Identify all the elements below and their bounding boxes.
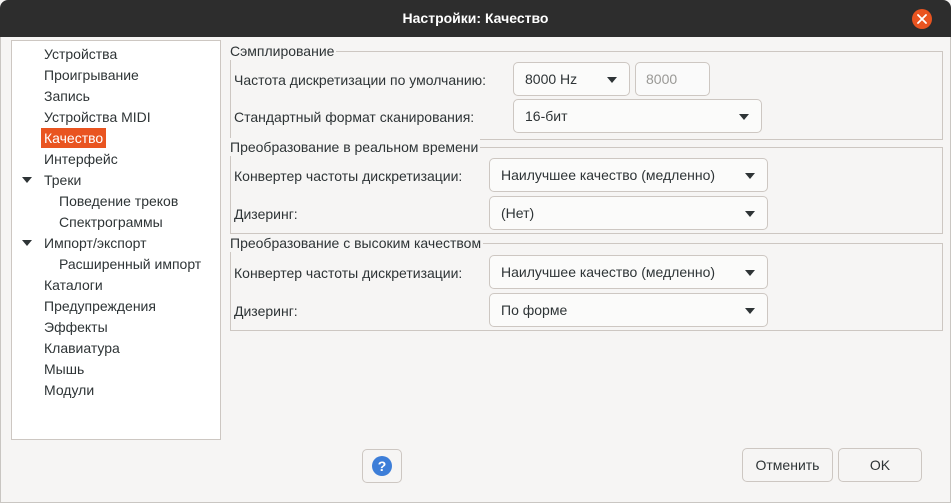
realtime-converter-label: Конвертер частоты дискретизации: bbox=[234, 168, 463, 184]
tree-item-mouse[interactable]: Мышь bbox=[44, 359, 84, 379]
tree-item-recording[interactable]: Запись bbox=[44, 86, 90, 106]
help-icon: ? bbox=[372, 456, 392, 476]
realtime-dither-dropdown[interactable]: (Нет) bbox=[489, 196, 768, 230]
close-icon bbox=[917, 14, 927, 24]
realtime-converter-dropdown[interactable]: Наилучшее качество (медленно) bbox=[489, 158, 768, 192]
tree-item-playback[interactable]: Проигрывание bbox=[44, 65, 139, 85]
custom-sample-rate-input[interactable]: 8000 bbox=[635, 62, 710, 96]
tree-item-effects[interactable]: Эффекты bbox=[44, 317, 108, 337]
help-button[interactable]: ? bbox=[362, 449, 402, 483]
sample-rate-value: 8000 Hz bbox=[525, 71, 578, 87]
tree-item-spectrograms[interactable]: Спектрограммы bbox=[59, 212, 163, 232]
realtime-dither-label: Дизеринг: bbox=[234, 206, 298, 222]
realtime-converter-value: Наилучшее качество (медленно) bbox=[501, 167, 716, 183]
highquality-converter-label: Конвертер частоты дискретизации: bbox=[234, 265, 463, 281]
tree-item-devices[interactable]: Устройства bbox=[44, 44, 117, 64]
title-bar: Настройки: Качество bbox=[0, 0, 951, 37]
tree-item-interface[interactable]: Интерфейс bbox=[44, 149, 118, 169]
highquality-dither-label: Дизеринг: bbox=[234, 303, 298, 319]
tree-item-keyboard[interactable]: Клавиатура bbox=[44, 338, 120, 358]
highquality-dither-dropdown[interactable]: По форме bbox=[489, 293, 768, 327]
sample-format-value: 16-бит bbox=[525, 108, 568, 124]
custom-sample-rate-value: 8000 bbox=[646, 71, 678, 87]
tree-item-warnings[interactable]: Предупреждения bbox=[44, 296, 156, 316]
window-title: Настройки: Качество bbox=[402, 10, 549, 26]
highquality-converter-dropdown[interactable]: Наилучшее качество (медленно) bbox=[489, 255, 768, 289]
tree-item-tracks[interactable]: Треки bbox=[44, 170, 81, 190]
tree-item-import-export[interactable]: Импорт/экспорт bbox=[44, 233, 147, 253]
dialog-body: Устройства Проигрывание Запись Устройств… bbox=[0, 37, 951, 503]
cancel-button[interactable]: Отменить bbox=[742, 448, 833, 482]
tree-item-directories[interactable]: Каталоги bbox=[44, 275, 103, 295]
sample-rate-label: Частота дискретизации по умолчанию: bbox=[234, 72, 487, 88]
chevron-down-icon bbox=[745, 173, 755, 179]
chevron-down-icon bbox=[745, 308, 755, 314]
tree-item-track-behaviors[interactable]: Поведение треков bbox=[59, 191, 178, 211]
tree-item-modules[interactable]: Модули bbox=[44, 380, 94, 400]
realtime-dither-value: (Нет) bbox=[501, 205, 535, 221]
tree-item-extended-import[interactable]: Расширенный импорт bbox=[59, 254, 201, 274]
tree-item-quality[interactable]: Качество bbox=[41, 128, 107, 148]
sample-rate-dropdown[interactable]: 8000 Hz bbox=[513, 62, 630, 96]
ok-button[interactable]: OK bbox=[838, 448, 922, 482]
close-button[interactable] bbox=[912, 9, 932, 29]
tree-item-midi-devices[interactable]: Устройства MIDI bbox=[44, 107, 151, 127]
chevron-down-icon bbox=[745, 270, 755, 276]
highquality-group-title: Преобразование с высоким качеством bbox=[230, 234, 484, 252]
realtime-group-title: Преобразование в реальном времени bbox=[230, 138, 481, 156]
expand-arrow-import-export-icon[interactable] bbox=[22, 240, 32, 246]
highquality-converter-value: Наилучшее качество (медленно) bbox=[501, 264, 716, 280]
chevron-down-icon bbox=[739, 114, 749, 120]
expand-arrow-tracks-icon[interactable] bbox=[22, 177, 32, 183]
chevron-down-icon bbox=[745, 211, 755, 217]
sampling-group-title: Сэмплирование bbox=[230, 42, 337, 60]
highquality-dither-value: По форме bbox=[501, 302, 568, 318]
sample-format-label: Стандартный формат сканирования: bbox=[234, 109, 475, 125]
sample-format-dropdown[interactable]: 16-бит bbox=[513, 99, 762, 133]
chevron-down-icon bbox=[607, 77, 617, 83]
preferences-tree[interactable]: Устройства Проигрывание Запись Устройств… bbox=[11, 40, 221, 440]
